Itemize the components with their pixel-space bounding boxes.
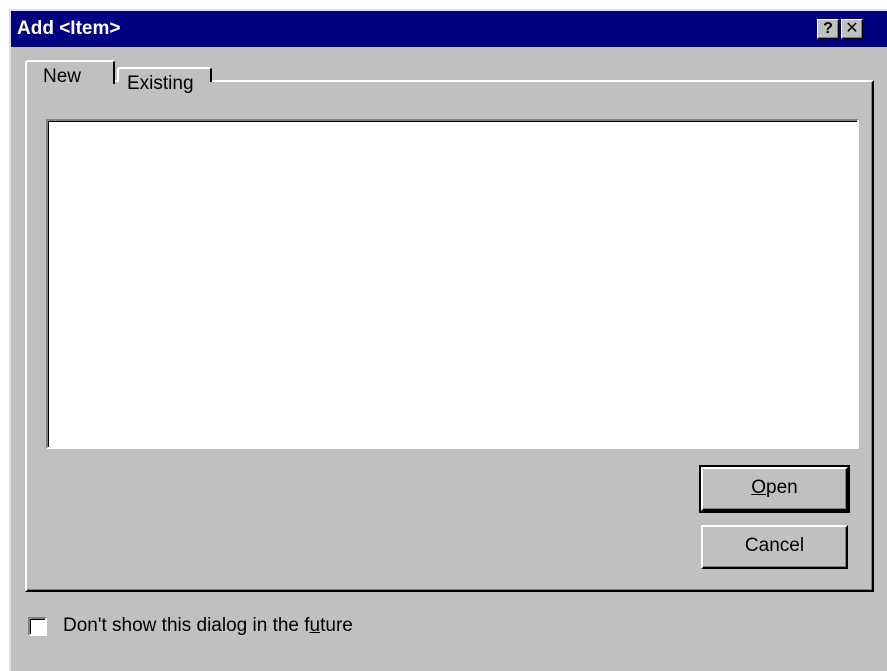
open-rest: pen [766, 477, 798, 498]
help-button[interactable]: ? [817, 19, 839, 39]
item-listbox[interactable] [46, 119, 859, 449]
tab-existing[interactable]: Existing [117, 67, 212, 94]
cancel-button[interactable]: Cancel [701, 525, 848, 569]
title-bar[interactable]: Add <Item> ? ✕ [11, 11, 887, 47]
close-button[interactable]: ✕ [841, 19, 863, 39]
tab-existing-label: Existing [127, 73, 194, 94]
dont-show-again-label[interactable]: Don't show this dialog in the future [63, 614, 353, 638]
open-button-label: Open [751, 477, 797, 498]
question-mark-icon: ? [823, 20, 833, 37]
tab-new[interactable]: New [25, 60, 115, 87]
tab-new-label: New [43, 66, 82, 87]
future-mnemonic: u [309, 615, 321, 636]
add-item-dialog: Add <Item> ? ✕ New Existing Open Cancel … [9, 9, 887, 671]
window-title: Add <Item> [17, 18, 121, 39]
close-icon: ✕ [845, 20, 859, 37]
open-button[interactable]: Open [699, 465, 850, 513]
open-mnemonic: O [751, 477, 767, 498]
dont-show-again-checkbox[interactable] [28, 617, 47, 636]
